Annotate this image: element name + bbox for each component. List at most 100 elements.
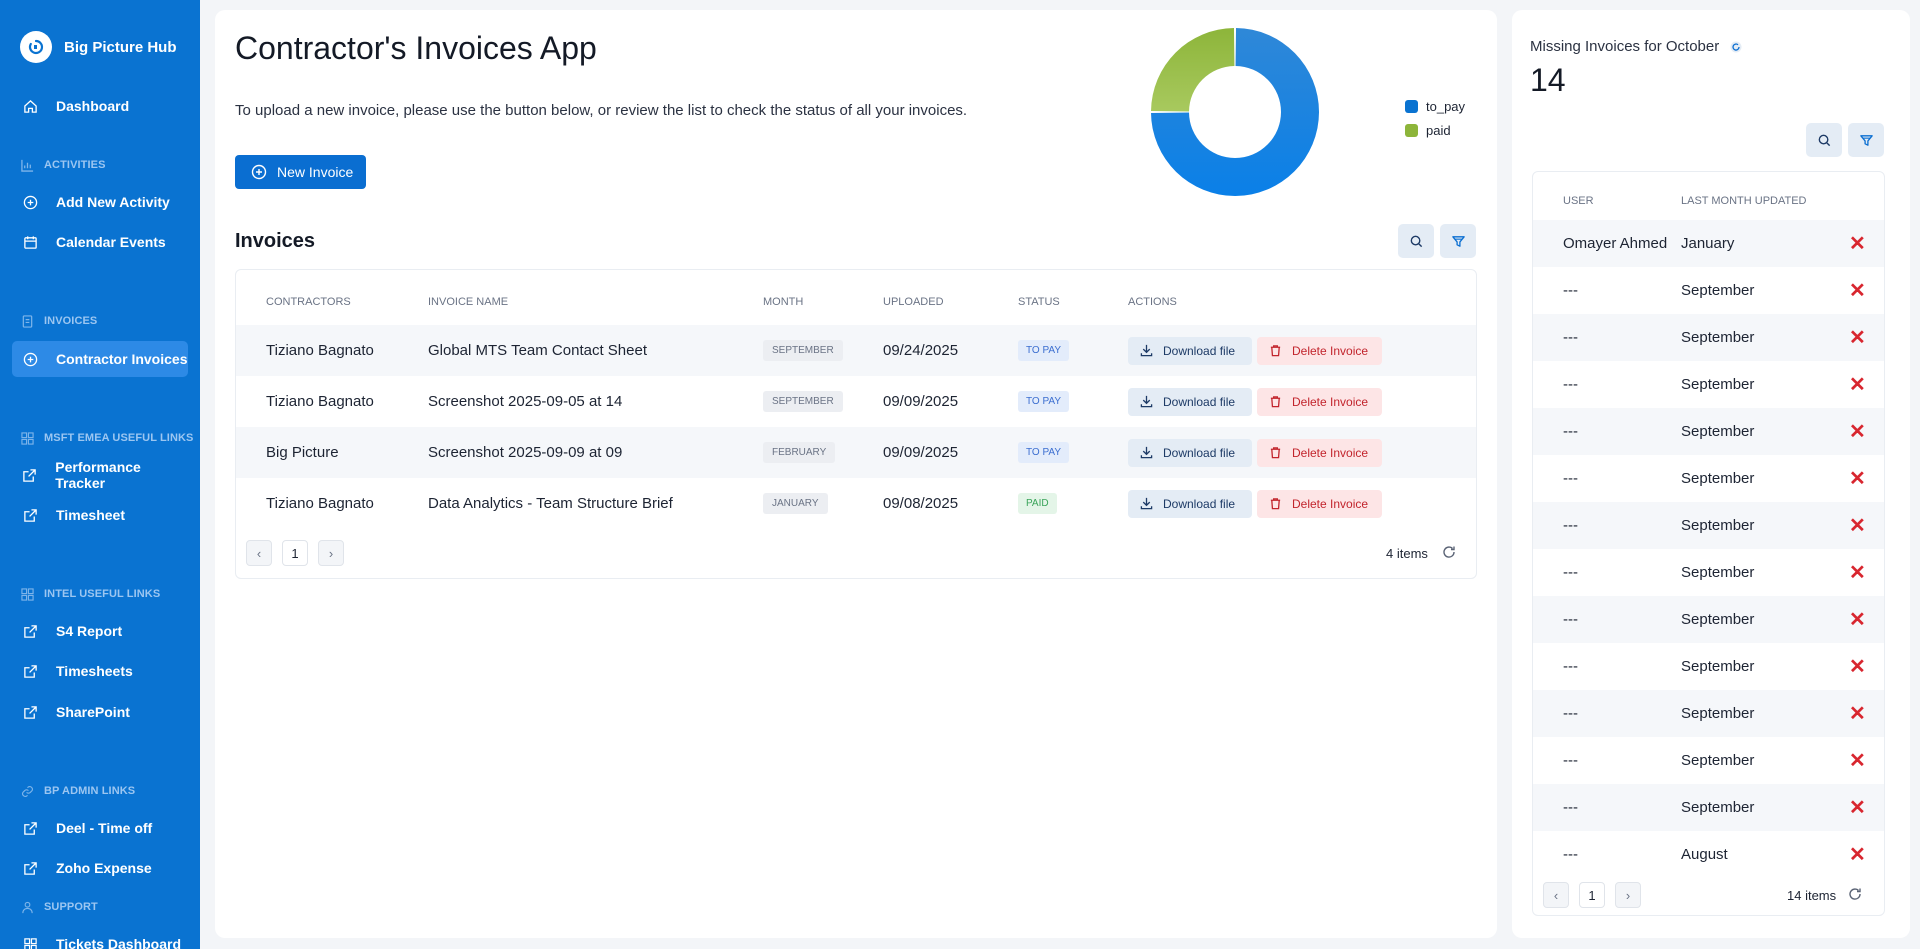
search-button[interactable] [1806,123,1842,157]
search-button[interactable] [1398,224,1434,258]
download-label: Download file [1163,496,1236,511]
column-header: INVOICE NAME [428,296,509,308]
section-label: MSFT EMEA USEFUL LINKS [44,432,194,444]
table-row[interactable]: --- September ✕ [1533,267,1884,314]
table-row[interactable]: --- September ✕ [1533,455,1884,502]
delete-invoice-button[interactable]: Delete Invoice [1257,489,1382,518]
refresh-icon[interactable] [1442,545,1456,559]
missing-invoices-count: 14 [1530,62,1566,98]
table-row[interactable]: Tiziano Bagnato Global MTS Team Contact … [236,325,1476,376]
table-row[interactable]: --- September ✕ [1533,596,1884,643]
status-cell: PAID [1018,478,1057,529]
refresh-icon[interactable] [1848,887,1862,901]
table-row[interactable]: Tiziano Bagnato Screenshot 2025-09-05 at… [236,376,1476,427]
remove-icon[interactable]: ✕ [1849,596,1866,643]
status-badge: TO PAY [1018,391,1070,412]
remove-icon[interactable]: ✕ [1849,690,1866,737]
table-row[interactable]: --- September ✕ [1533,314,1884,361]
uploaded-cell: 09/09/2025 [883,393,959,410]
month-cell: SEPTEMBER [763,325,843,376]
remove-icon[interactable]: ✕ [1849,784,1866,831]
user-cell: --- [1563,376,1578,393]
table-row[interactable]: Omayer Ahmed January ✕ [1533,220,1884,267]
remove-icon[interactable]: ✕ [1849,267,1866,314]
table-row[interactable]: --- September ✕ [1533,408,1884,455]
sidebar-item-tickets[interactable]: Tickets Dashboard [12,926,188,949]
table-row[interactable]: --- September ✕ [1533,361,1884,408]
table-row[interactable]: --- September ✕ [1533,549,1884,596]
user-cell: --- [1563,470,1578,487]
user-cell: --- [1563,705,1578,722]
remove-icon[interactable]: ✕ [1849,831,1866,878]
sidebar-item-timesheet[interactable]: Timesheet [12,497,188,533]
sidebar-item-label: S4 Report [56,623,123,639]
page-number-button[interactable]: 1 [1579,882,1605,908]
delete-invoice-button[interactable]: Delete Invoice [1257,336,1382,365]
new-invoice-button[interactable]: New Invoice [235,155,366,189]
section-label: ACTIVITIES [44,159,106,171]
actions-cell: Download file Delete Invoice [1128,376,1382,427]
plus-circle-icon [22,351,38,367]
remove-icon[interactable]: ✕ [1849,361,1866,408]
download-file-button[interactable]: Download file [1128,489,1252,518]
loading-icon[interactable] [1729,40,1743,54]
sidebar-item-zoho[interactable]: Zoho Expense [12,850,188,886]
next-page-button[interactable]: › [318,540,344,566]
new-invoice-label: New Invoice [277,164,354,180]
table-row[interactable]: --- September ✕ [1533,737,1884,784]
page-number-button[interactable]: 1 [282,540,308,566]
download-file-button[interactable]: Download file [1128,438,1252,467]
next-page-button[interactable]: › [1615,882,1641,908]
trash-icon [1269,497,1282,510]
table-row[interactable]: --- September ✕ [1533,784,1884,831]
sidebar-item-s4-report[interactable]: S4 Report [12,613,188,649]
contractor-cell: Tiziano Bagnato [266,393,374,410]
donut-slice-paid[interactable] [1151,28,1235,112]
sidebar-item-deel[interactable]: Deel - Time off [12,810,188,846]
remove-icon[interactable]: ✕ [1849,455,1866,502]
sidebar-item-calendar[interactable]: Calendar Events [12,224,188,260]
remove-icon[interactable]: ✕ [1849,502,1866,549]
legend-item-paid[interactable]: paid [1405,118,1465,142]
brand[interactable]: Big Picture Hub [0,24,200,70]
delete-invoice-button[interactable]: Delete Invoice [1257,438,1382,467]
invoice-name-cell: Screenshot 2025-09-09 at 09 [428,444,623,461]
remove-icon[interactable]: ✕ [1849,643,1866,690]
legend-item-to-pay[interactable]: to_pay [1405,94,1465,118]
sidebar-item-performance[interactable]: Performance Tracker [12,457,188,493]
table-row[interactable]: --- September ✕ [1533,690,1884,737]
sidebar-item-add-activity[interactable]: Add New Activity [12,184,188,220]
table-row[interactable]: Big Picture Screenshot 2025-09-09 at 09 … [236,427,1476,478]
sidebar-item-contractor-invoices[interactable]: Contractor Invoices [12,341,188,377]
missing-invoices-header: Missing Invoices for October [1530,38,1743,55]
delete-invoice-button[interactable]: Delete Invoice [1257,387,1382,416]
download-file-button[interactable]: Download file [1128,387,1252,416]
remove-icon[interactable]: ✕ [1849,220,1866,267]
remove-icon[interactable]: ✕ [1849,737,1866,784]
sidebar-item-sharepoint[interactable]: SharePoint [12,694,188,730]
filter-button[interactable] [1848,123,1884,157]
delete-label: Delete Invoice [1292,394,1369,409]
prev-page-button[interactable]: ‹ [246,540,272,566]
sidebar-item-timesheets[interactable]: Timesheets [12,653,188,689]
table-row[interactable]: --- August ✕ [1533,831,1884,878]
section-bp-admin: BP ADMIN LINKS [20,784,135,798]
table-row[interactable]: --- September ✕ [1533,643,1884,690]
remove-icon[interactable]: ✕ [1849,408,1866,455]
grid-icon [20,431,34,445]
filter-icon [1859,133,1874,148]
filter-button[interactable] [1440,224,1476,258]
user-cell: --- [1563,846,1578,863]
table-row[interactable]: Tiziano Bagnato Data Analytics - Team St… [236,478,1476,529]
external-link-icon [22,467,37,483]
remove-icon[interactable]: ✕ [1849,549,1866,596]
actions-cell: Download file Delete Invoice [1128,478,1382,529]
last-month-cell: September [1681,329,1755,346]
prev-page-button[interactable]: ‹ [1543,882,1569,908]
download-file-button[interactable]: Download file [1128,336,1252,365]
sidebar-item-dashboard[interactable]: Dashboard [12,88,188,124]
table-row[interactable]: --- September ✕ [1533,502,1884,549]
remove-icon[interactable]: ✕ [1849,314,1866,361]
status-donut-chart [1145,22,1325,202]
download-label: Download file [1163,343,1236,358]
